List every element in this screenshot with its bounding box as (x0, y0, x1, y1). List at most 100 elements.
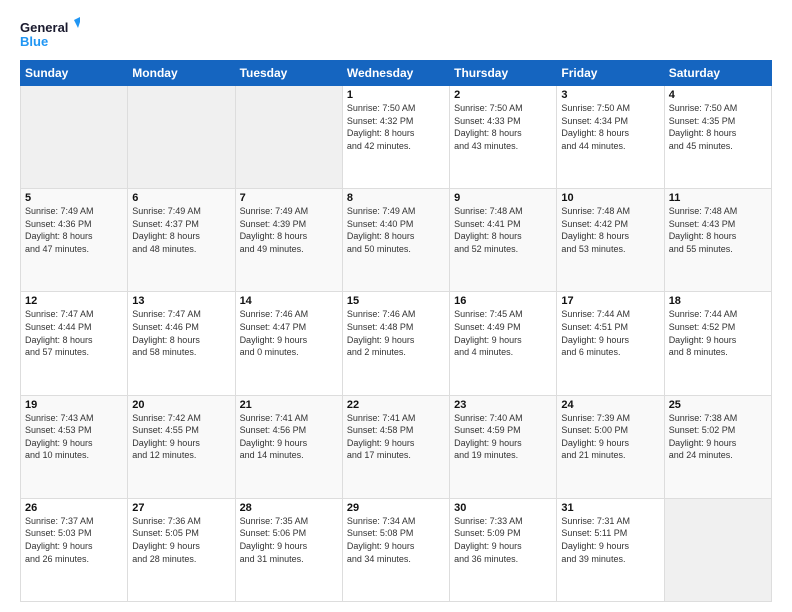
calendar-cell: 15Sunrise: 7:46 AM Sunset: 4:48 PM Dayli… (342, 292, 449, 395)
calendar-day-header: Monday (128, 61, 235, 86)
cell-info: Sunrise: 7:34 AM Sunset: 5:08 PM Dayligh… (347, 515, 445, 565)
day-number: 22 (347, 399, 445, 411)
day-number: 13 (132, 295, 230, 307)
calendar-header-row: SundayMondayTuesdayWednesdayThursdayFrid… (21, 61, 772, 86)
cell-info: Sunrise: 7:48 AM Sunset: 4:41 PM Dayligh… (454, 205, 552, 255)
cell-info: Sunrise: 7:36 AM Sunset: 5:05 PM Dayligh… (132, 515, 230, 565)
calendar-cell: 17Sunrise: 7:44 AM Sunset: 4:51 PM Dayli… (557, 292, 664, 395)
cell-info: Sunrise: 7:38 AM Sunset: 5:02 PM Dayligh… (669, 412, 767, 462)
cell-info: Sunrise: 7:37 AM Sunset: 5:03 PM Dayligh… (25, 515, 123, 565)
day-number: 29 (347, 502, 445, 514)
logo-svg: General Blue (20, 16, 80, 52)
cell-info: Sunrise: 7:48 AM Sunset: 4:43 PM Dayligh… (669, 205, 767, 255)
cell-info: Sunrise: 7:44 AM Sunset: 4:51 PM Dayligh… (561, 308, 659, 358)
calendar-cell: 1Sunrise: 7:50 AM Sunset: 4:32 PM Daylig… (342, 86, 449, 189)
calendar-cell: 6Sunrise: 7:49 AM Sunset: 4:37 PM Daylig… (128, 189, 235, 292)
cell-info: Sunrise: 7:31 AM Sunset: 5:11 PM Dayligh… (561, 515, 659, 565)
logo: General Blue (20, 16, 80, 52)
calendar-cell: 9Sunrise: 7:48 AM Sunset: 4:41 PM Daylig… (450, 189, 557, 292)
day-number: 12 (25, 295, 123, 307)
calendar-cell: 20Sunrise: 7:42 AM Sunset: 4:55 PM Dayli… (128, 395, 235, 498)
day-number: 1 (347, 89, 445, 101)
day-number: 14 (240, 295, 338, 307)
calendar-cell: 18Sunrise: 7:44 AM Sunset: 4:52 PM Dayli… (664, 292, 771, 395)
day-number: 5 (25, 192, 123, 204)
calendar-cell (21, 86, 128, 189)
calendar-cell: 13Sunrise: 7:47 AM Sunset: 4:46 PM Dayli… (128, 292, 235, 395)
day-number: 3 (561, 89, 659, 101)
calendar-cell: 12Sunrise: 7:47 AM Sunset: 4:44 PM Dayli… (21, 292, 128, 395)
cell-info: Sunrise: 7:41 AM Sunset: 4:56 PM Dayligh… (240, 412, 338, 462)
cell-info: Sunrise: 7:50 AM Sunset: 4:35 PM Dayligh… (669, 102, 767, 152)
calendar-day-header: Thursday (450, 61, 557, 86)
calendar-week-row: 5Sunrise: 7:49 AM Sunset: 4:36 PM Daylig… (21, 189, 772, 292)
calendar-cell: 27Sunrise: 7:36 AM Sunset: 5:05 PM Dayli… (128, 498, 235, 601)
cell-info: Sunrise: 7:35 AM Sunset: 5:06 PM Dayligh… (240, 515, 338, 565)
calendar-week-row: 1Sunrise: 7:50 AM Sunset: 4:32 PM Daylig… (21, 86, 772, 189)
day-number: 30 (454, 502, 552, 514)
cell-info: Sunrise: 7:41 AM Sunset: 4:58 PM Dayligh… (347, 412, 445, 462)
calendar-cell: 31Sunrise: 7:31 AM Sunset: 5:11 PM Dayli… (557, 498, 664, 601)
calendar-cell: 19Sunrise: 7:43 AM Sunset: 4:53 PM Dayli… (21, 395, 128, 498)
calendar-cell: 30Sunrise: 7:33 AM Sunset: 5:09 PM Dayli… (450, 498, 557, 601)
cell-info: Sunrise: 7:49 AM Sunset: 4:36 PM Dayligh… (25, 205, 123, 255)
day-number: 27 (132, 502, 230, 514)
day-number: 7 (240, 192, 338, 204)
header: General Blue (20, 16, 772, 52)
calendar-cell: 7Sunrise: 7:49 AM Sunset: 4:39 PM Daylig… (235, 189, 342, 292)
day-number: 15 (347, 295, 445, 307)
day-number: 16 (454, 295, 552, 307)
cell-info: Sunrise: 7:42 AM Sunset: 4:55 PM Dayligh… (132, 412, 230, 462)
day-number: 24 (561, 399, 659, 411)
day-number: 9 (454, 192, 552, 204)
calendar-day-header: Friday (557, 61, 664, 86)
day-number: 19 (25, 399, 123, 411)
cell-info: Sunrise: 7:44 AM Sunset: 4:52 PM Dayligh… (669, 308, 767, 358)
day-number: 4 (669, 89, 767, 101)
calendar-day-header: Sunday (21, 61, 128, 86)
calendar-cell: 14Sunrise: 7:46 AM Sunset: 4:47 PM Dayli… (235, 292, 342, 395)
cell-info: Sunrise: 7:45 AM Sunset: 4:49 PM Dayligh… (454, 308, 552, 358)
svg-text:Blue: Blue (20, 34, 48, 49)
calendar-cell: 26Sunrise: 7:37 AM Sunset: 5:03 PM Dayli… (21, 498, 128, 601)
calendar-cell: 21Sunrise: 7:41 AM Sunset: 4:56 PM Dayli… (235, 395, 342, 498)
day-number: 28 (240, 502, 338, 514)
day-number: 8 (347, 192, 445, 204)
day-number: 2 (454, 89, 552, 101)
calendar-week-row: 26Sunrise: 7:37 AM Sunset: 5:03 PM Dayli… (21, 498, 772, 601)
calendar-table: SundayMondayTuesdayWednesdayThursdayFrid… (20, 60, 772, 602)
cell-info: Sunrise: 7:50 AM Sunset: 4:32 PM Dayligh… (347, 102, 445, 152)
cell-info: Sunrise: 7:40 AM Sunset: 4:59 PM Dayligh… (454, 412, 552, 462)
calendar-cell (235, 86, 342, 189)
page: General Blue SundayMondayTuesdayWednesda… (0, 0, 792, 612)
calendar-cell: 5Sunrise: 7:49 AM Sunset: 4:36 PM Daylig… (21, 189, 128, 292)
calendar-cell: 4Sunrise: 7:50 AM Sunset: 4:35 PM Daylig… (664, 86, 771, 189)
calendar-cell: 23Sunrise: 7:40 AM Sunset: 4:59 PM Dayli… (450, 395, 557, 498)
cell-info: Sunrise: 7:48 AM Sunset: 4:42 PM Dayligh… (561, 205, 659, 255)
calendar-cell: 2Sunrise: 7:50 AM Sunset: 4:33 PM Daylig… (450, 86, 557, 189)
day-number: 10 (561, 192, 659, 204)
calendar-cell (128, 86, 235, 189)
cell-info: Sunrise: 7:49 AM Sunset: 4:40 PM Dayligh… (347, 205, 445, 255)
cell-info: Sunrise: 7:46 AM Sunset: 4:47 PM Dayligh… (240, 308, 338, 358)
calendar-week-row: 12Sunrise: 7:47 AM Sunset: 4:44 PM Dayli… (21, 292, 772, 395)
day-number: 21 (240, 399, 338, 411)
cell-info: Sunrise: 7:47 AM Sunset: 4:44 PM Dayligh… (25, 308, 123, 358)
calendar-cell: 11Sunrise: 7:48 AM Sunset: 4:43 PM Dayli… (664, 189, 771, 292)
calendar-cell: 8Sunrise: 7:49 AM Sunset: 4:40 PM Daylig… (342, 189, 449, 292)
calendar-day-header: Tuesday (235, 61, 342, 86)
calendar-cell (664, 498, 771, 601)
calendar-cell: 10Sunrise: 7:48 AM Sunset: 4:42 PM Dayli… (557, 189, 664, 292)
day-number: 6 (132, 192, 230, 204)
day-number: 11 (669, 192, 767, 204)
calendar-cell: 28Sunrise: 7:35 AM Sunset: 5:06 PM Dayli… (235, 498, 342, 601)
svg-text:General: General (20, 20, 68, 35)
calendar-cell: 22Sunrise: 7:41 AM Sunset: 4:58 PM Dayli… (342, 395, 449, 498)
day-number: 31 (561, 502, 659, 514)
calendar-cell: 24Sunrise: 7:39 AM Sunset: 5:00 PM Dayli… (557, 395, 664, 498)
cell-info: Sunrise: 7:49 AM Sunset: 4:37 PM Dayligh… (132, 205, 230, 255)
calendar-cell: 3Sunrise: 7:50 AM Sunset: 4:34 PM Daylig… (557, 86, 664, 189)
day-number: 23 (454, 399, 552, 411)
cell-info: Sunrise: 7:46 AM Sunset: 4:48 PM Dayligh… (347, 308, 445, 358)
calendar-cell: 16Sunrise: 7:45 AM Sunset: 4:49 PM Dayli… (450, 292, 557, 395)
